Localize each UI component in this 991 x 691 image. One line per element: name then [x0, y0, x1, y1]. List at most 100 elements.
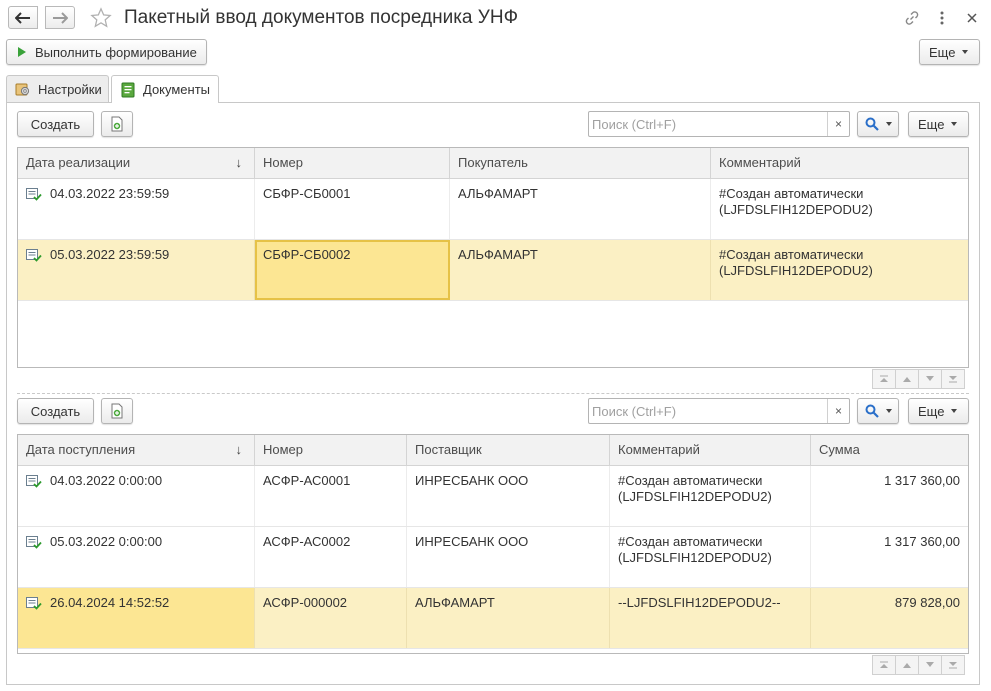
- link-icon[interactable]: [902, 8, 922, 28]
- receipts-table: Дата поступления ↓ Номер Поставщик Комме…: [17, 434, 969, 654]
- table-row-selected[interactable]: 26.04.2024 14:52:52 АСФР-000002 АЛЬФАМАР…: [18, 588, 968, 649]
- sales-more-label: Еще: [918, 116, 945, 132]
- receipts-cell-number: АСФР-АС0001: [255, 466, 407, 526]
- scroll-up-icon[interactable]: [895, 655, 919, 675]
- sales-col-buyer[interactable]: Покупатель: [450, 148, 711, 178]
- document-posted-icon: [26, 536, 42, 549]
- title-bar: Пакетный ввод документов посредника УНФ: [0, 0, 991, 36]
- table-row-selected[interactable]: 05.03.2022 23:59:59 СБФР-СБ0002 АЛЬФАМАР…: [18, 240, 968, 301]
- sales-cell-date: 05.03.2022 23:59:59: [18, 240, 255, 300]
- receipts-cell-supplier: ИНРЕСБАНК ООО: [407, 466, 610, 526]
- sales-col-comment[interactable]: Комментарий: [711, 148, 968, 178]
- sales-create-button[interactable]: Создать: [17, 111, 94, 137]
- receipts-search-button[interactable]: [857, 398, 899, 424]
- search-icon: [865, 404, 879, 418]
- receipts-col-supplier[interactable]: Поставщик: [407, 435, 610, 465]
- more-vertical-icon[interactable]: [932, 8, 952, 28]
- tab-documents-label: Документы: [143, 82, 211, 97]
- table-row[interactable]: 04.03.2022 23:59:59 СБФР-СБ0001 АЛЬФАМАР…: [18, 179, 968, 240]
- back-button[interactable]: [8, 6, 38, 29]
- receipts-col-sum[interactable]: Сумма: [811, 435, 968, 465]
- sales-copy-button[interactable]: [101, 111, 133, 137]
- scroll-last-icon[interactable]: [941, 369, 965, 389]
- receipts-create-button[interactable]: Создать: [17, 398, 94, 424]
- sales-cell-number: СБФР-СБ0001: [255, 179, 450, 239]
- sales-date-value: 05.03.2022 23:59:59: [50, 247, 170, 262]
- receipts-cell-comment: #Создан автоматически (LJFDSLFIH12DEPODU…: [610, 527, 811, 587]
- receipts-more-button[interactable]: Еще: [908, 398, 969, 424]
- scroll-first-icon[interactable]: [872, 655, 896, 675]
- receipts-cell-date-focused[interactable]: 26.04.2024 14:52:52: [18, 588, 255, 648]
- comment-line-2: (LJFDSLFIH12DEPODU2): [618, 489, 772, 504]
- receipts-cell-comment: --LJFDSLFIH12DEPODU2--: [610, 588, 811, 648]
- scroll-up-icon[interactable]: [895, 369, 919, 389]
- sales-col-number[interactable]: Номер: [255, 148, 450, 178]
- receipts-cell-supplier: ИНРЕСБАНК ООО: [407, 527, 610, 587]
- more-actions-label: Еще: [929, 44, 956, 60]
- sales-search-input[interactable]: [589, 112, 827, 136]
- receipts-col-date[interactable]: Дата поступления ↓: [18, 435, 255, 465]
- comment-line-1: #Создан автоматически: [719, 247, 864, 262]
- receipts-cell-supplier: АЛЬФАМАРТ: [407, 588, 610, 648]
- chevron-down-icon: [885, 409, 892, 413]
- star-icon: [90, 7, 112, 28]
- sales-col-date[interactable]: Дата реализации ↓: [18, 148, 255, 178]
- sales-date-value: 04.03.2022 23:59:59: [50, 186, 170, 201]
- comment-line-2: (LJFDSLFIH12DEPODU2): [719, 263, 873, 278]
- sort-arrow-icon: ↓: [235, 442, 243, 457]
- sales-cell-comment: #Создан автоматически (LJFDSLFIH12DEPODU…: [711, 240, 968, 300]
- sales-search-clear-button[interactable]: ×: [827, 112, 849, 136]
- receipts-cell-date: 04.03.2022 0:00:00: [18, 466, 255, 526]
- sales-table-header: Дата реализации ↓ Номер Покупатель Комме…: [18, 148, 968, 179]
- favorite-star-button[interactable]: [89, 6, 113, 30]
- sales-cell-buyer: АЛЬФАМАРТ: [450, 179, 711, 239]
- sort-arrow-icon: ↓: [235, 155, 243, 170]
- receipts-cell-sum: 1 317 360,00: [884, 534, 960, 549]
- copy-document-icon: [111, 403, 123, 419]
- receipts-col-number[interactable]: Номер: [255, 435, 407, 465]
- forward-button[interactable]: [45, 6, 75, 29]
- comment-line-1: #Создан автоматически: [719, 186, 864, 201]
- receipts-table-header: Дата поступления ↓ Номер Поставщик Комме…: [18, 435, 968, 466]
- sales-cell-number-focused[interactable]: СБФР-СБ0002: [255, 240, 450, 300]
- play-icon: [18, 47, 26, 57]
- close-icon[interactable]: [962, 8, 982, 28]
- sales-table: Дата реализации ↓ Номер Покупатель Комме…: [17, 147, 969, 368]
- receipts-cell-number: АСФР-000002: [255, 588, 407, 648]
- tab-settings[interactable]: Настройки: [6, 75, 109, 102]
- table-row[interactable]: 04.03.2022 0:00:00 АСФР-АС0001 ИНРЕСБАНК…: [18, 466, 968, 527]
- receipts-cell-sum: 879 828,00: [894, 595, 960, 610]
- sales-search-box: ×: [588, 111, 850, 137]
- section-divider[interactable]: [17, 393, 969, 394]
- table-row[interactable]: 05.03.2022 0:00:00 АСФР-АС0002 ИНРЕСБАНК…: [18, 527, 968, 588]
- receipts-cell-number: АСФР-АС0002: [255, 527, 407, 587]
- chevron-down-icon: [951, 409, 958, 413]
- sales-search-button[interactable]: [857, 111, 899, 137]
- receipts-col-comment[interactable]: Комментарий: [610, 435, 811, 465]
- sales-more-button[interactable]: Еще: [908, 111, 969, 137]
- scroll-down-icon[interactable]: [918, 655, 942, 675]
- receipts-search-clear-button[interactable]: ×: [827, 399, 849, 423]
- receipts-copy-button[interactable]: [101, 398, 133, 424]
- sales-col-date-label: Дата реализации: [26, 155, 131, 170]
- more-actions-button[interactable]: Еще: [919, 39, 980, 65]
- receipts-more-label: Еще: [918, 403, 945, 419]
- scroll-first-icon[interactable]: [872, 369, 896, 389]
- tab-documents[interactable]: Документы: [111, 75, 219, 103]
- comment-line-1: #Создан автоматически: [618, 534, 763, 549]
- receipts-search-input[interactable]: [589, 399, 827, 423]
- window-title: Пакетный ввод документов посредника УНФ: [124, 7, 519, 28]
- sales-scroll-buttons: [872, 369, 965, 389]
- chevron-down-icon: [962, 50, 969, 54]
- run-formation-button[interactable]: Выполнить формирование: [6, 39, 207, 65]
- receipts-cell-date: 05.03.2022 0:00:00: [18, 527, 255, 587]
- document-posted-icon: [26, 475, 42, 488]
- comment-line-2: (LJFDSLFIH12DEPODU2): [719, 202, 873, 217]
- receipts-date-value: 05.03.2022 0:00:00: [50, 534, 163, 549]
- scroll-last-icon[interactable]: [941, 655, 965, 675]
- search-icon: [865, 117, 879, 131]
- sales-cell-buyer: АЛЬФАМАРТ: [450, 240, 711, 300]
- document-posted-icon: [26, 188, 42, 201]
- scroll-down-icon[interactable]: [918, 369, 942, 389]
- document-posted-icon: [26, 249, 42, 262]
